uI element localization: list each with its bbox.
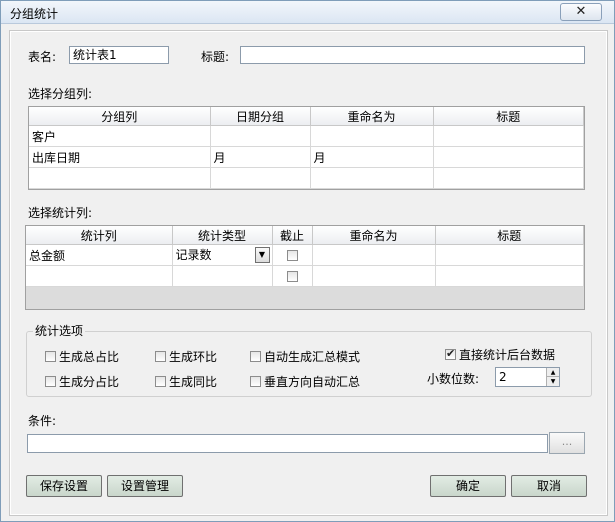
cell-title[interactable] — [435, 265, 584, 287]
total-share-checkbox[interactable] — [45, 351, 56, 362]
grid-empty-area — [26, 287, 584, 309]
stat-section-label: 选择统计列: — [28, 206, 93, 220]
option-label: 生成环比 — [169, 350, 218, 364]
spinner-buttons[interactable]: ▲ ▼ — [546, 368, 559, 386]
option-vertical-auto-summary[interactable]: 垂直方向自动汇总 — [250, 373, 360, 390]
col-header-rename[interactable]: 重命名为 — [310, 107, 434, 126]
cell-rename[interactable] — [310, 167, 434, 189]
option-direct-backend[interactable]: 直接统计后台数据 — [445, 346, 555, 363]
condition-label: 条件: — [28, 414, 57, 428]
option-total-share[interactable]: 生成总占比 — [45, 348, 119, 365]
group-columns-grid[interactable]: 分组列 日期分组 重命名为 标题 客户 出库日期 月 月 — [28, 106, 585, 190]
option-sub-share[interactable]: 生成分占比 — [45, 373, 119, 390]
option-label: 垂直方向自动汇总 — [264, 375, 361, 389]
stat-grid-header: 统计列 统计类型 截止 重命名为 标题 — [26, 226, 584, 245]
cell-date-group[interactable]: 月 — [210, 146, 311, 168]
decimals-spinner[interactable]: 2 ▲ ▼ — [495, 367, 560, 387]
option-label: 生成同比 — [169, 375, 218, 389]
stat-columns-grid[interactable]: 统计列 统计类型 截止 重命名为 标题 总金额 记录数 ▼ — [25, 225, 585, 310]
cell-rename[interactable]: 月 — [310, 146, 434, 168]
manage-settings-button[interactable]: 设置管理 — [107, 475, 183, 497]
table-row[interactable]: 客户 — [29, 125, 584, 147]
option-label: 生成分占比 — [59, 375, 120, 389]
cell-rename[interactable] — [312, 244, 436, 266]
cell-group-column[interactable]: 出库日期 — [29, 146, 211, 168]
yoy-ratio-checkbox[interactable] — [155, 376, 166, 387]
cell-title[interactable] — [433, 146, 584, 168]
col-header-title[interactable]: 标题 — [435, 226, 584, 245]
title-bar[interactable]: 分组统计 ✕ — [1, 1, 614, 24]
option-ring-ratio[interactable]: 生成环比 — [155, 348, 217, 365]
ring-ratio-checkbox[interactable] — [155, 351, 166, 362]
cell-stat-column[interactable] — [26, 265, 173, 287]
table-row[interactable]: 总金额 记录数 ▼ — [26, 244, 584, 266]
cancel-button[interactable]: 取消 — [511, 475, 587, 497]
sub-share-checkbox[interactable] — [45, 376, 56, 387]
cell-stat-column[interactable]: 总金额 — [26, 244, 173, 266]
table-row[interactable] — [29, 167, 584, 189]
stat-options-legend: 统计选项 — [33, 322, 86, 339]
cell-cutoff[interactable] — [272, 265, 313, 287]
cutoff-checkbox[interactable] — [286, 250, 298, 261]
table-name-label: 表名: — [28, 50, 57, 64]
cell-stat-type[interactable]: 记录数 ▼ — [172, 244, 273, 266]
group-section-label: 选择分组列: — [28, 87, 93, 101]
option-label: 生成总占比 — [59, 350, 120, 364]
stat-type-select[interactable]: 记录数 ▼ — [176, 246, 270, 264]
cell-group-column[interactable] — [29, 167, 211, 189]
col-header-stat-type[interactable]: 统计类型 — [172, 226, 273, 245]
decimals-value: 2 — [499, 370, 507, 384]
cutoff-checkbox[interactable] — [286, 271, 298, 282]
condition-input[interactable] — [27, 434, 548, 453]
col-header-group-column[interactable]: 分组列 — [29, 107, 211, 126]
group-grid-header: 分组列 日期分组 重命名为 标题 — [29, 107, 584, 126]
decimals-label: 小数位数: — [427, 372, 480, 386]
dialog-title: 分组统计 — [10, 7, 59, 21]
dropdown-arrow-icon[interactable]: ▼ — [254, 247, 270, 263]
option-label: 自动生成汇总模式 — [264, 350, 361, 364]
direct-backend-checkbox[interactable] — [445, 347, 456, 360]
option-label: 直接统计后台数据 — [459, 348, 556, 362]
cell-date-group[interactable] — [210, 125, 311, 147]
group-stat-dialog: 分组统计 ✕ 表名: 统计表1 标题: 选择分组列: 分组列 日期分组 重命名为… — [0, 0, 615, 522]
option-auto-summary-mode[interactable]: 自动生成汇总模式 — [250, 348, 360, 365]
table-row[interactable] — [26, 265, 584, 287]
col-header-cutoff[interactable]: 截止 — [272, 226, 313, 245]
table-name-input[interactable]: 统计表1 — [69, 46, 169, 64]
col-header-rename[interactable]: 重命名为 — [312, 226, 436, 245]
cell-title[interactable] — [433, 167, 584, 189]
spin-up-icon[interactable]: ▲ — [547, 368, 559, 377]
cell-rename[interactable] — [312, 265, 436, 287]
dialog-body: 表名: 统计表1 标题: 选择分组列: 分组列 日期分组 重命名为 标题 客户 … — [9, 30, 608, 516]
stat-type-value: 记录数 — [175, 248, 212, 262]
cell-stat-type[interactable] — [172, 265, 273, 287]
cell-title[interactable] — [433, 125, 584, 147]
title-label: 标题: — [201, 50, 230, 64]
close-button[interactable]: ✕ — [560, 3, 602, 21]
cell-rename[interactable] — [310, 125, 434, 147]
vertical-auto-summary-checkbox[interactable] — [250, 376, 261, 387]
save-settings-button[interactable]: 保存设置 — [26, 475, 102, 497]
table-row[interactable]: 出库日期 月 月 — [29, 146, 584, 168]
ok-button[interactable]: 确定 — [430, 475, 506, 497]
col-header-stat-column[interactable]: 统计列 — [26, 226, 173, 245]
cell-title[interactable] — [435, 244, 584, 266]
condition-browse-button[interactable]: ... — [549, 432, 585, 454]
cell-date-group[interactable] — [210, 167, 311, 189]
close-icon: ✕ — [575, 4, 587, 19]
col-header-title[interactable]: 标题 — [433, 107, 584, 126]
cell-cutoff[interactable] — [272, 244, 313, 266]
spin-down-icon[interactable]: ▼ — [547, 377, 559, 386]
cell-group-column[interactable]: 客户 — [29, 125, 211, 147]
col-header-date-group[interactable]: 日期分组 — [210, 107, 311, 126]
title-input[interactable] — [240, 46, 585, 64]
auto-summary-mode-checkbox[interactable] — [250, 351, 261, 362]
option-yoy-ratio[interactable]: 生成同比 — [155, 373, 217, 390]
